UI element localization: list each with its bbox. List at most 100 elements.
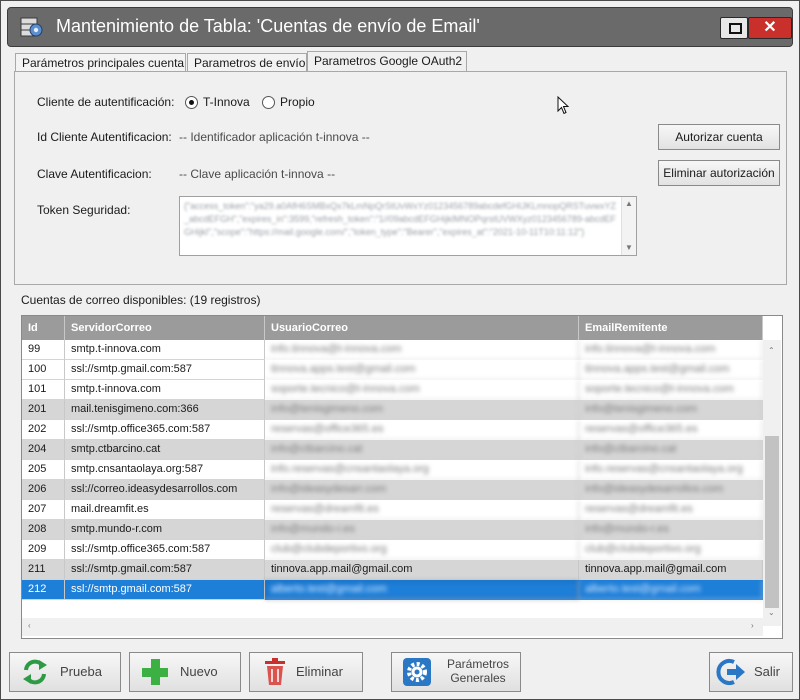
exit-button[interactable]: Salir [709,652,793,692]
table-row[interactable]: 209 ssl://smtp.office365.com:587 club@club… [22,540,763,560]
table-row[interactable]: 211 ssl://smtp.gmail.com:587 tinnova.app.m… [22,560,763,580]
cell-usuario[interactable]: info@mundo-r.es [265,520,579,540]
cell-id[interactable]: 206 [22,480,65,500]
cell-remitente[interactable]: info@mundo-r.es [579,520,763,540]
cell-id[interactable]: 99 [22,340,65,360]
maximize-icon [729,23,742,34]
cell-id[interactable]: 101 [22,380,65,400]
scroll-down-icon[interactable]: ⌄ [768,608,775,617]
cell-remitente[interactable]: alberto.test@gmail.com [579,580,763,600]
scroll-down-icon[interactable]: ▼ [625,243,633,252]
cell-usuario[interactable]: reservas@dreamfit.es [265,500,579,520]
table-row[interactable]: 100 ssl://smtp.gmail.com:587 tinnova.apps.… [22,360,763,380]
oauth-panel: Cliente de autentificación: T-Innova Pro… [14,71,787,285]
cell-id[interactable]: 209 [22,540,65,560]
cell-remitente[interactable]: tinnova.app.mail@gmail.com [579,560,763,580]
radio-propio[interactable] [262,96,275,109]
cell-remitente[interactable]: tinnova.apps.test@gmail.com [579,360,763,380]
close-button[interactable]: ✕ [748,17,792,39]
table-row[interactable]: 205 smtp.cnsantaolaya.org:587 info.reserva… [22,460,763,480]
cell-usuario[interactable]: club@clubdeportivo.org [265,540,579,560]
cell-id[interactable]: 201 [22,400,65,420]
table-row[interactable]: 204 smtp.ctbarcino.cat info@ctbarcino.cat i… [22,440,763,460]
cell-servidor[interactable]: ssl://smtp.gmail.com:587 [65,360,265,380]
cell-id[interactable]: 207 [22,500,65,520]
new-button[interactable]: Nuevo [129,652,241,692]
cell-id[interactable]: 208 [22,520,65,540]
scroll-thumb[interactable] [765,436,779,608]
authorize-button[interactable]: Autorizar cuenta [658,124,780,150]
table-row[interactable]: 201 mail.tenisgimeno.com:366 info@tenisgim… [22,400,763,420]
cell-servidor[interactable]: smtp.t-innova.com [65,340,265,360]
tab-google-oauth2[interactable]: Parametros Google OAuth2 [307,51,467,72]
cell-servidor[interactable]: smtp.t-innova.com [65,380,265,400]
column-header-usuario[interactable]: UsuarioCorreo [265,316,579,340]
scroll-up-icon[interactable]: ▲ [625,199,633,208]
cell-id[interactable]: 211 [22,560,65,580]
cell-usuario[interactable]: info@ideasydesarr.com [265,480,579,500]
radio-propio-label[interactable]: Propio [280,95,315,109]
delete-button[interactable]: Eliminar [249,652,363,692]
cell-servidor[interactable]: ssl://smtp.office365.com:587 [65,540,265,560]
grid-vertical-scrollbar[interactable]: ⌃ ⌄ [763,340,781,626]
cell-remitente[interactable]: info.reservas@cnsantaolaya.org [579,460,763,480]
column-header-remitente[interactable]: EmailRemitente [579,316,763,340]
token-scrollbar[interactable]: ▲ ▼ [621,197,636,255]
cell-id[interactable]: 205 [22,460,65,480]
column-header-servidor[interactable]: ServidorCorreo [65,316,265,340]
radio-tinnova[interactable] [185,96,198,109]
cell-usuario[interactable]: reservas@office365.es [265,420,579,440]
cell-usuario[interactable]: tinnova.apps.test@gmail.com [265,360,579,380]
scroll-right-icon[interactable]: › [751,621,754,630]
grid-horizontal-scrollbar[interactable]: ‹ › [22,618,763,636]
maximize-button[interactable] [720,17,748,39]
title-bar[interactable]: Mantenimiento de Tabla: 'Cuentas de enví… [7,7,793,47]
cell-remitente[interactable]: info@ideasydesarrollos.com [579,480,763,500]
cell-remitente[interactable]: info@ctbarcino.cat [579,440,763,460]
cell-id[interactable]: 204 [22,440,65,460]
cell-usuario[interactable]: tinnova.app.mail@gmail.com [265,560,579,580]
cell-usuario[interactable]: alberto.test@gmail.com [265,580,579,600]
table-row[interactable]: 99 smtp.t-innova.com info.tinnova@t-innova… [22,340,763,360]
cell-remitente[interactable]: club@clubdeportivo.org [579,540,763,560]
cell-usuario[interactable]: soporte.tecnico@t-innova.com [265,380,579,400]
tab-parametros-principales[interactable]: Parámetros principales cuenta [15,53,186,72]
cell-id[interactable]: 212 [22,580,65,600]
table-row[interactable]: 207 mail.dreamfit.es reservas@dreamfit.es r… [22,500,763,520]
cell-remitente[interactable]: soporte.tecnico@t-innova.com [579,380,763,400]
cell-servidor[interactable]: ssl://smtp.gmail.com:587 [65,560,265,580]
cell-usuario[interactable]: info@ctbarcino.cat [265,440,579,460]
table-row[interactable]: 101 smtp.t-innova.com soporte.tecnico@t-in… [22,380,763,400]
cell-id[interactable]: 202 [22,420,65,440]
cell-usuario[interactable]: info.reservas@cnsantaolaya.org [265,460,579,480]
cell-usuario[interactable]: info@tenisgimeno.com [265,400,579,420]
cell-remitente[interactable]: reservas@dreamfit.es [579,500,763,520]
cell-servidor[interactable]: mail.dreamfit.es [65,500,265,520]
cell-servidor[interactable]: smtp.ctbarcino.cat [65,440,265,460]
cell-servidor[interactable]: ssl://smtp.office365.com:587 [65,420,265,440]
cell-servidor[interactable]: mail.tenisgimeno.com:366 [65,400,265,420]
cell-id[interactable]: 100 [22,360,65,380]
table-row[interactable]: 206 ssl://correo.ideasydesarrollos.com inf… [22,480,763,500]
cell-servidor[interactable]: ssl://correo.ideasydesarrollos.com [65,480,265,500]
tab-parametros-envio[interactable]: Parametros de envío [187,53,307,72]
general-parameters-button[interactable]: Parámetros Generales [391,652,521,692]
token-textarea[interactable]: {"access_token":"ya29.a0AfH6SMBxQx7kLmNp… [179,196,637,256]
column-header-id[interactable]: Id [22,316,65,340]
radio-tinnova-label[interactable]: T-Innova [203,95,250,109]
cell-servidor[interactable]: smtp.mundo-r.com [65,520,265,540]
table-row[interactable]: 208 smtp.mundo-r.com info@mundo-r.es info@m… [22,520,763,540]
test-button[interactable]: Prueba [9,652,121,692]
scroll-left-icon[interactable]: ‹ [28,621,31,630]
table-row[interactable]: 212 ssl://smtp.gmail.com:587 alberto.test@… [22,580,763,600]
cell-servidor[interactable]: ssl://smtp.gmail.com:587 [65,580,265,600]
cell-usuario[interactable]: info.tinnova@t-innova.com [265,340,579,360]
cell-remitente[interactable]: info@tenisgimeno.com [579,400,763,420]
cell-servidor[interactable]: smtp.cnsantaolaya.org:587 [65,460,265,480]
cell-remitente[interactable]: info.tinnova@t-innova.com [579,340,763,360]
table-row[interactable]: 202 ssl://smtp.office365.com:587 reservas@… [22,420,763,440]
accounts-grid[interactable]: Id ServidorCorreo UsuarioCorreo EmailRem… [21,315,783,639]
scroll-up-icon[interactable]: ⌃ [768,346,775,355]
remove-authorization-button[interactable]: Eliminar autorización [658,160,780,186]
cell-remitente[interactable]: reservas@office365.es [579,420,763,440]
